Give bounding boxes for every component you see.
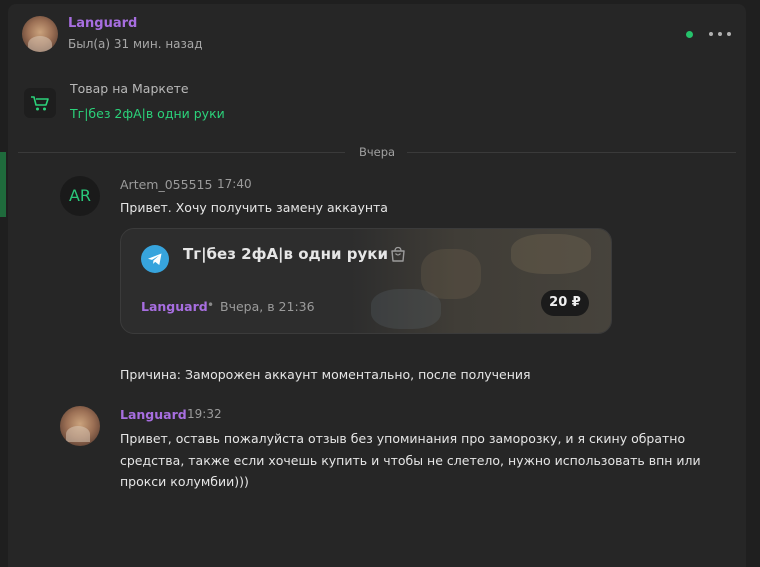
- product-caption: Товар на Маркете: [70, 81, 189, 96]
- message-time: 19:32: [187, 407, 222, 421]
- last-seen-status: Был(а) 31 мин. назад: [68, 37, 203, 51]
- avatar[interactable]: [60, 406, 100, 446]
- shopping-bag-icon: [389, 245, 407, 263]
- avatar[interactable]: [22, 16, 58, 52]
- card-decor: [511, 234, 591, 274]
- card-title: Тг|без 2фА|в одни руки: [183, 245, 388, 263]
- avatar[interactable]: AR: [60, 176, 100, 216]
- divider-line-right: [407, 152, 736, 153]
- cart-icon: [24, 88, 56, 118]
- card-separator: •: [207, 298, 215, 312]
- message-text-line: прокси колумбии))): [120, 474, 249, 489]
- message-author[interactable]: Artem_055515: [120, 177, 212, 192]
- message-author[interactable]: Languard: [120, 407, 187, 422]
- product-link[interactable]: Тг|без 2фА|в одни руки: [70, 106, 225, 121]
- online-indicator: [686, 31, 693, 38]
- date-divider: Вчера: [359, 145, 396, 159]
- card-decor: [371, 289, 441, 329]
- price-badge: 20 ₽: [541, 290, 589, 316]
- message-text-line: средства, также если хочешь купить и что…: [120, 453, 701, 468]
- reason-text: Причина: Заморожен аккаунт моментально, …: [120, 367, 531, 382]
- card-date: Вчера, в 21:36: [220, 299, 315, 314]
- product-card[interactable]: Тг|без 2фА|в одни руки Languard • Вчера,…: [120, 228, 612, 334]
- message-text-line: Привет, оставь пожалуйста отзыв без упом…: [120, 431, 686, 446]
- more-icon[interactable]: [709, 26, 731, 40]
- divider-line-left: [18, 152, 345, 153]
- chat-user-name[interactable]: Languard: [68, 16, 137, 31]
- message-text: Привет. Хочу получить замену аккаунта: [120, 200, 388, 215]
- telegram-icon: [141, 245, 169, 273]
- card-seller[interactable]: Languard: [141, 299, 208, 314]
- message-time: 17:40: [217, 177, 252, 191]
- left-accent-bar: [0, 152, 6, 217]
